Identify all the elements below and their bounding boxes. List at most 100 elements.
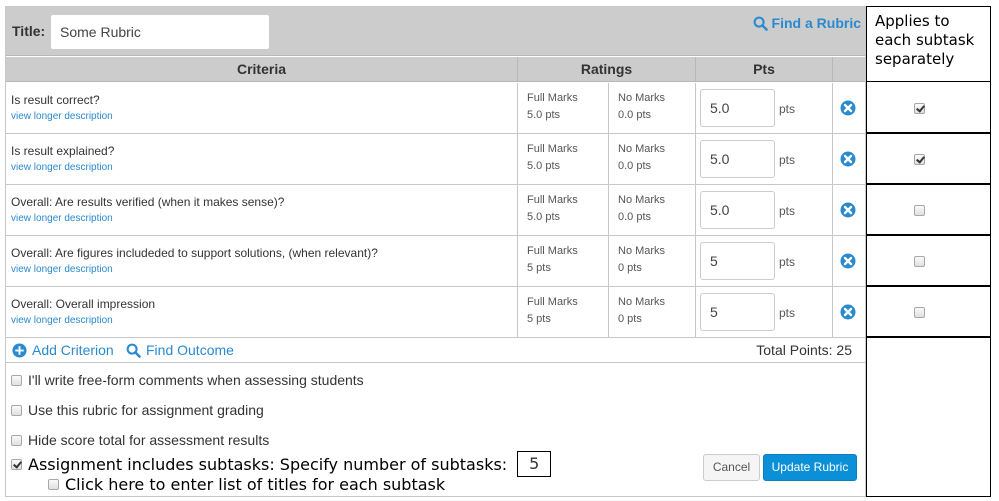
search-icon [126,343,141,358]
criterion-title: Is result explained? [11,144,115,158]
cancel-button[interactable]: Cancel [703,454,760,481]
points-input[interactable] [700,191,775,229]
delete-cell [832,83,865,134]
rating-points: 0 pts [618,262,642,274]
search-icon [753,16,768,31]
applies-each-subtask-checkbox[interactable] [914,307,925,318]
rating-label: No Marks [618,296,666,308]
delete-cell [832,236,865,287]
rating-full-marks[interactable]: Full Marks 5.0 pts [517,134,608,185]
criterion-row: Overall: Overall impression view longer … [6,287,865,338]
rating-label: Full Marks [527,194,578,206]
update-rubric-button[interactable]: Update Rubric [763,454,857,481]
points-input[interactable] [700,293,775,331]
rating-points: 5.0 pts [527,160,561,172]
subtasks-checkbox[interactable] [11,458,22,470]
rating-points: 5 pts [527,313,551,325]
option-use-for-grading[interactable]: Use this rubric for assignment grading [11,402,264,418]
criterion-cell: Is result explained? view longer descrip… [6,134,517,185]
find-outcome-button[interactable]: Find Outcome [126,342,234,358]
actions-header [832,57,865,82]
rating-no-marks[interactable]: No Marks 0.0 pts [608,83,695,134]
option-label: I'll write free-form comments when asses… [28,372,364,388]
option-label: Use this rubric for assignment grading [28,402,264,418]
criterion-title: Overall: Are figures includeded to suppo… [11,246,378,260]
delete-cell [832,185,865,236]
points-input[interactable] [700,140,775,178]
rating-label: No Marks [618,194,666,206]
rating-full-marks[interactable]: Full Marks 5 pts [517,236,608,287]
delete-criterion-icon[interactable] [840,100,856,116]
applies-each-subtask-checkbox[interactable] [914,205,925,216]
rating-no-marks[interactable]: No Marks 0.0 pts [608,134,695,185]
delete-criterion-icon[interactable] [840,253,856,269]
rating-points: 0.0 pts [618,211,652,223]
subtask-titles-label: Click here to enter list of titles for e… [65,475,446,494]
rubric-title-input[interactable] [50,14,270,50]
points-cell: pts [695,185,832,236]
panel-header: Applies to each subtask separately [867,7,990,82]
criterion-row: Is result correct? view longer descripti… [6,83,865,134]
find-rubric-link[interactable]: Find a Rubric [753,15,861,31]
rating-no-marks[interactable]: No Marks 0 pts [608,287,695,338]
subtask-count-input[interactable]: 5 [517,451,552,477]
rating-points: 5.0 pts [527,211,561,223]
rating-label: Full Marks [527,296,578,308]
find-rubric-label: Find a Rubric [771,15,861,31]
points-input[interactable] [700,89,775,127]
option-subtask-titles[interactable]: Click here to enter list of titles for e… [48,475,445,494]
points-input[interactable] [700,242,775,280]
use-for-grading-checkbox[interactable] [11,404,22,416]
rating-full-marks[interactable]: Full Marks 5.0 pts [517,83,608,134]
view-longer-description-link[interactable]: view longer description [11,264,113,275]
subtask-titles-checkbox[interactable] [48,479,59,490]
delete-criterion-icon[interactable] [840,202,856,218]
pts-unit-label: pts [779,255,796,269]
criterion-cell: Overall: Are figures includeded to suppo… [6,236,517,287]
applies-each-subtask-checkbox[interactable] [914,154,925,165]
rating-label: Full Marks [527,92,578,104]
title-bar: Title: Find a Rubric [6,7,865,56]
option-hide-score-total[interactable]: Hide score total for assessment results [11,432,269,448]
rating-label: Full Marks [527,245,578,257]
add-criterion-button[interactable]: Add Criterion [12,342,114,358]
delete-criterion-icon[interactable] [840,304,856,320]
rating-points: 0.0 pts [618,160,652,172]
rating-full-marks[interactable]: Full Marks 5 pts [517,287,608,338]
view-longer-description-link[interactable]: view longer description [11,213,113,224]
view-longer-description-link[interactable]: view longer description [11,111,113,122]
plus-circle-icon [12,342,27,358]
criterion-title: Is result correct? [11,93,100,107]
rating-no-marks[interactable]: No Marks 0 pts [608,236,695,287]
criterion-cell: Overall: Overall impression view longer … [6,287,517,338]
total-points: Total Points: 25 [756,342,852,358]
pts-unit-label: pts [779,102,796,116]
pts-unit-label: pts [779,306,796,320]
criterion-row: Is result explained? view longer descrip… [6,134,865,185]
criterion-row: Overall: Are results verified (when it m… [6,185,865,236]
view-longer-description-link[interactable]: view longer description [11,162,113,173]
applies-each-subtask-cell [867,236,990,287]
hide-score-total-checkbox[interactable] [11,434,22,446]
applies-each-subtask-checkbox[interactable] [914,103,925,114]
option-subtasks[interactable]: Assignment includes subtasks: Specify nu… [11,451,552,477]
rating-no-marks[interactable]: No Marks 0.0 pts [608,185,695,236]
option-free-form-comments[interactable]: I'll write free-form comments when asses… [11,372,364,388]
delete-cell [832,287,865,338]
rating-full-marks[interactable]: Full Marks 5.0 pts [517,185,608,236]
points-cell: pts [695,287,832,338]
applies-each-subtask-cell [867,287,990,338]
title-label: Title: [12,23,46,39]
delete-criterion-icon[interactable] [840,151,856,167]
criterion-cell: Is result correct? view longer descripti… [6,83,517,134]
ratings-header: Ratings [517,57,695,82]
points-cell: pts [695,236,832,287]
points-cell: pts [695,134,832,185]
rating-label: Full Marks [527,143,578,155]
applies-each-subtask-checkbox[interactable] [914,256,925,267]
subtask-panel: Applies to each subtask separately [866,6,991,497]
free-form-comments-checkbox[interactable] [11,374,22,386]
criteria-header: Criteria [236,61,287,77]
table-header: Criteria Ratings Pts [6,57,865,82]
view-longer-description-link[interactable]: view longer description [11,315,113,326]
